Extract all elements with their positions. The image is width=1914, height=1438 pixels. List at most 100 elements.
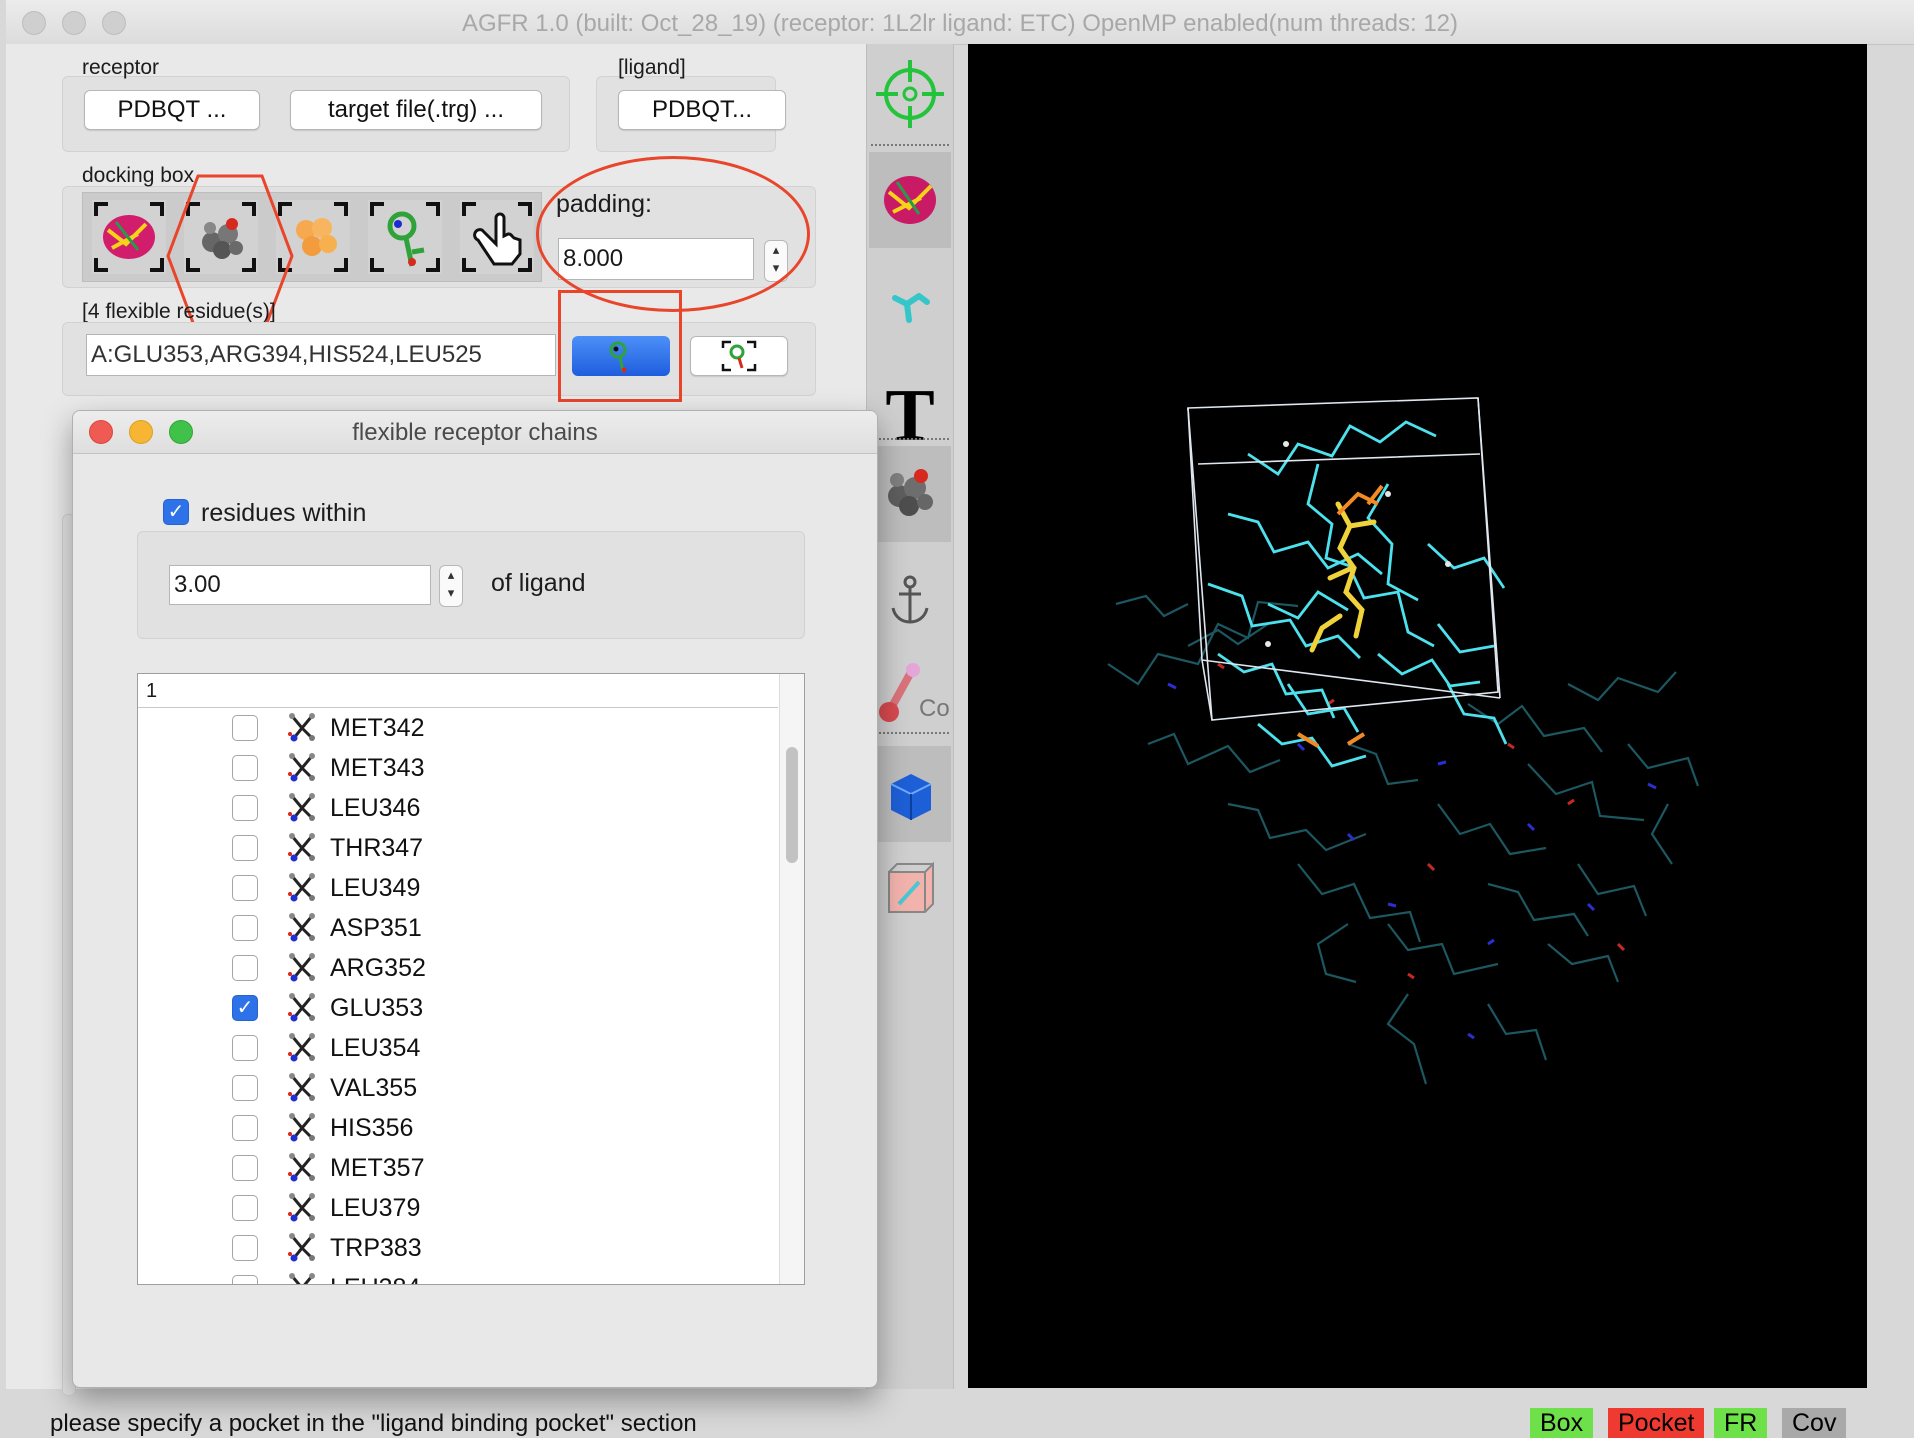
tools-separator: [871, 732, 949, 734]
box-receptor-icon[interactable]: [92, 200, 166, 274]
receptor-pdbqt-button[interactable]: PDBQT ...: [84, 90, 260, 130]
text-tool-glyph: T: [885, 375, 934, 457]
residue-checkbox[interactable]: [232, 1075, 258, 1101]
residue-row[interactable]: ASP351: [138, 908, 778, 948]
residue-list[interactable]: 1 MET342 MET343 LEU346 THR347 LEU349 ASP351 AR…: [137, 673, 805, 1285]
residue-name: GLU353: [330, 994, 424, 1022]
tools-strip: T Co: [866, 44, 954, 1389]
residue-row[interactable]: LEU354: [138, 1028, 778, 1068]
residue-name: MET343: [330, 754, 425, 782]
status-tag-cov: Cov: [1782, 1408, 1847, 1438]
residue-row[interactable]: MET357: [138, 1148, 778, 1188]
dialog-titlebar: flexible receptor chains: [73, 411, 877, 454]
window-title: AGFR 1.0 (built: Oct_28_19) (receptor: 1…: [461, 10, 1459, 37]
residue-checkbox[interactable]: [232, 715, 258, 741]
residue-row[interactable]: MET342: [138, 708, 778, 748]
center-view-tool[interactable]: [869, 50, 951, 146]
status-tag-box: Box: [1530, 1408, 1594, 1438]
residue-name: LEU346: [330, 794, 421, 822]
receptor-view-tool[interactable]: [869, 152, 951, 248]
residue-row[interactable]: THR347: [138, 828, 778, 868]
residue-checkbox[interactable]: [232, 1275, 258, 1284]
residue-checkbox[interactable]: [232, 1115, 258, 1141]
residue-icon: [288, 993, 315, 1022]
flexible-residues-field[interactable]: A:GLU353,ARG394,HIS524,LEU525: [86, 334, 556, 376]
residue-icon: [289, 1273, 315, 1284]
covalent-label: Co: [919, 695, 950, 722]
residue-name: ASP351: [330, 914, 422, 942]
distance-stepper[interactable]: ▴ ▾: [439, 565, 463, 607]
residue-row[interactable]: TRP383: [138, 1228, 778, 1268]
molecule-render: [1107, 397, 1700, 1085]
residue-icon: [288, 913, 315, 942]
tools-separator: [871, 438, 949, 440]
residue-icon: [288, 713, 315, 742]
side-chain-icon: [892, 293, 930, 323]
scrollbar-thumb[interactable]: [786, 747, 798, 863]
residue-name: VAL355: [330, 1074, 418, 1102]
box-residue-icon[interactable]: [368, 200, 442, 274]
ligand-pdbqt-button[interactable]: PDBQT...: [618, 90, 786, 130]
residue-box-icon: [721, 340, 757, 372]
distance-input[interactable]: 3.00: [169, 565, 431, 605]
flexible-residues-box-button[interactable]: [690, 336, 788, 376]
box-manual-pointer-icon[interactable]: [460, 200, 534, 274]
residue-icon: [288, 833, 315, 862]
residue-icon: [288, 753, 315, 782]
ligand-label: [ligand]: [618, 56, 686, 79]
padding-highlight-annotation: [536, 156, 810, 312]
residue-name: TRP383: [330, 1234, 422, 1262]
molecule-3d-viewer[interactable]: [968, 44, 1867, 1388]
status-tag-pocket: Pocket: [1608, 1408, 1705, 1438]
residue-checkbox[interactable]: [232, 915, 258, 941]
flexible-receptor-chains-dialog: flexible receptor chains ✓ residues with…: [72, 410, 878, 1388]
status-tag-fr: FR: [1714, 1408, 1768, 1438]
ligand-view-tool[interactable]: [869, 446, 951, 542]
residue-icon: [288, 793, 315, 822]
residue-checkbox[interactable]: [232, 795, 258, 821]
grid-maps-tool[interactable]: [869, 842, 951, 938]
residue-icon: [288, 873, 315, 902]
residue-checkbox[interactable]: [232, 955, 258, 981]
residue-checkbox[interactable]: [232, 755, 258, 781]
residue-icon: [288, 953, 315, 982]
residue-checkbox[interactable]: [232, 1155, 258, 1181]
residue-name: LEU349: [330, 874, 421, 902]
anchor-icon: [891, 575, 929, 624]
residue-name: LEU384: [330, 1274, 420, 1284]
residue-name: MET357: [330, 1154, 425, 1182]
of-ligand-label: of ligand: [491, 569, 586, 597]
residue-row[interactable]: ✓ GLU353: [138, 988, 778, 1028]
residue-name: HIS356: [330, 1114, 414, 1142]
residue-row[interactable]: LEU379: [138, 1188, 778, 1228]
residue-list-scrollbar[interactable]: [779, 674, 804, 1284]
residue-checkbox[interactable]: [232, 1235, 258, 1261]
residues-within-checkbox[interactable]: ✓: [163, 499, 189, 525]
residue-row[interactable]: LEU384: [138, 1268, 778, 1284]
anchor-tool[interactable]: [869, 554, 951, 650]
residue-checkbox[interactable]: ✓: [232, 995, 258, 1021]
residue-checkbox[interactable]: [232, 1195, 258, 1221]
flexible-side-chain-tool[interactable]: [869, 262, 951, 358]
residue-row[interactable]: LEU346: [138, 788, 778, 828]
main-titlebar: AGFR 1.0 (built: Oct_28_19) (receptor: 1…: [6, 0, 1914, 45]
box-view-tool[interactable]: [869, 746, 951, 842]
residue-checkbox[interactable]: [232, 875, 258, 901]
residue-icon: [288, 1153, 315, 1182]
status-message: please specify a pocket in the "ligand b…: [50, 1410, 697, 1437]
residue-row[interactable]: VAL355: [138, 1068, 778, 1108]
grid-box-icon: [888, 861, 934, 913]
covalent-tool[interactable]: Co: [869, 642, 951, 738]
ligand-icon: [888, 469, 933, 516]
residue-row[interactable]: ARG352: [138, 948, 778, 988]
residue-row[interactable]: HIS356: [138, 1108, 778, 1148]
flexible-residues-label: [4 flexible residue(s)]: [82, 300, 276, 323]
residue-checkbox[interactable]: [232, 835, 258, 861]
residue-checkbox[interactable]: [232, 1035, 258, 1061]
residue-row[interactable]: LEU349: [138, 868, 778, 908]
residue-icon: [288, 1073, 315, 1102]
residue-row[interactable]: MET343: [138, 748, 778, 788]
cube-icon: [890, 774, 932, 820]
residue-name: THR347: [330, 834, 424, 862]
target-file-button[interactable]: target file(.trg) ...: [290, 90, 542, 130]
